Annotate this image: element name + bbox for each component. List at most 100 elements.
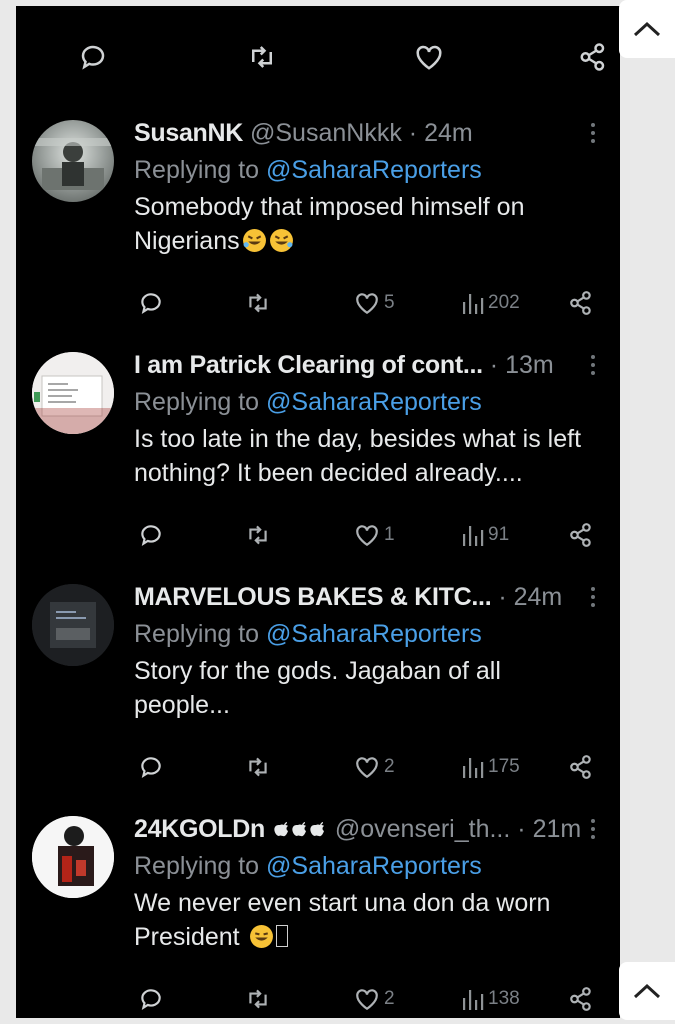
retweet-button[interactable]: [246, 42, 278, 72]
tweet-text-line: President: [134, 923, 240, 951]
like-count: 1: [384, 524, 395, 545]
reply-bubble-icon: [141, 525, 161, 546]
share-nodes-icon: [570, 523, 591, 547]
missing-glyph-icon: [275, 925, 288, 947]
heart-icon: [356, 525, 378, 547]
reply-tweet[interactable]: 24KGOLDn @ovenseri_th... · 21m Replying …: [16, 798, 620, 1018]
display-name[interactable]: MARVELOUS BAKES & KITC...: [134, 583, 492, 611]
retweet-arrows-icon: [249, 293, 267, 313]
scroll-up-button[interactable]: [619, 962, 675, 1020]
like-button[interactable]: 5: [354, 291, 395, 315]
replying-to-link[interactable]: @SaharaReporters: [266, 852, 482, 880]
avatar[interactable]: [32, 584, 114, 666]
timestamp[interactable]: 21m: [533, 815, 582, 843]
reply-tweet[interactable]: MARVELOUS BAKES & KITC... · 24m Replying…: [16, 566, 620, 798]
display-name[interactable]: SusanNK: [134, 119, 243, 147]
tweet-text-line: Somebody that imposed himself on: [134, 193, 525, 221]
share-button[interactable]: [568, 754, 594, 780]
views-button[interactable]: 91: [462, 522, 509, 548]
tweet-actions: 1 91: [16, 516, 620, 556]
avatar[interactable]: [32, 120, 114, 202]
retweet-button[interactable]: [244, 522, 272, 548]
timestamp[interactable]: 13m: [505, 351, 554, 379]
tweet-text: Story for the gods. Jagaban of all peopl…: [134, 654, 620, 722]
heart-icon: [356, 757, 378, 779]
replying-to: Replying to @SaharaReporters: [134, 849, 482, 883]
views-button[interactable]: 138: [462, 986, 520, 1012]
display-name[interactable]: I am Patrick Clearing of cont...: [134, 351, 483, 379]
bar-chart-icon: [463, 294, 484, 314]
like-button[interactable]: [414, 43, 444, 71]
replying-to-label: Replying to: [134, 388, 260, 416]
reply-button[interactable]: [138, 986, 164, 1012]
share-button[interactable]: [568, 522, 594, 548]
like-button[interactable]: 2: [354, 987, 395, 1011]
reply-tweet[interactable]: I am Patrick Clearing of cont... · 13m R…: [16, 334, 620, 566]
replying-to-link[interactable]: @SaharaReporters: [266, 156, 482, 184]
separator-dot: ·: [517, 815, 526, 843]
like-button[interactable]: 1: [354, 523, 395, 547]
vertical-dots-icon: [591, 819, 595, 839]
tweet-text-line: Story for the gods. Jagaban of all: [134, 657, 501, 685]
replying-to-label: Replying to: [134, 852, 260, 880]
tweet-text-line: people...: [134, 691, 230, 719]
tweet-header: MARVELOUS BAKES & KITC... · 24m: [134, 580, 566, 614]
like-count: 2: [384, 756, 395, 777]
tweet-header: I am Patrick Clearing of cont... · 13m: [134, 348, 566, 382]
views-button[interactable]: 202: [462, 290, 520, 316]
like-count: 2: [384, 988, 395, 1009]
replying-to-label: Replying to: [134, 620, 260, 648]
display-name[interactable]: 24KGOLDn: [134, 815, 265, 843]
reply-button[interactable]: [138, 290, 164, 316]
avatar[interactable]: [32, 352, 114, 434]
share-button[interactable]: [568, 290, 594, 316]
reply-bubble-icon: [81, 45, 105, 70]
grinning-sweat-emoji-icon: [249, 925, 273, 948]
share-nodes-icon: [570, 291, 591, 315]
tweet-text-line: We never even start una don da worn: [134, 889, 551, 917]
vertical-dots-icon: [591, 355, 595, 375]
retweet-arrows-icon: [252, 46, 272, 68]
scroll-up-button[interactable]: [619, 0, 675, 58]
like-count: 5: [384, 292, 395, 313]
retweet-arrows-icon: [249, 989, 267, 1009]
user-handle[interactable]: @ovenseri_th...: [335, 815, 510, 843]
reply-button[interactable]: [78, 42, 108, 72]
heart-icon: [356, 989, 378, 1011]
bar-chart-icon: [463, 990, 484, 1010]
view-count: 138: [488, 988, 520, 1009]
tweet-header: SusanNK @SusanNkkk · 24m: [134, 116, 566, 150]
reply-bubble-icon: [141, 989, 161, 1010]
share-button[interactable]: [568, 986, 594, 1012]
retweet-button[interactable]: [244, 290, 272, 316]
share-nodes-icon: [580, 43, 605, 71]
replying-to-label: Replying to: [134, 156, 260, 184]
more-options-button[interactable]: [578, 582, 608, 612]
more-options-button[interactable]: [578, 118, 608, 148]
timestamp[interactable]: 24m: [514, 583, 563, 611]
retweet-button[interactable]: [244, 754, 272, 780]
views-button[interactable]: 175: [462, 754, 520, 780]
user-handle[interactable]: @SusanNkkk: [250, 119, 402, 147]
reply-button[interactable]: [138, 754, 164, 780]
tweet-replies-panel: SusanNK @SusanNkkk · 24m Replying to @Sa…: [16, 6, 620, 1018]
heart-icon: [356, 293, 378, 315]
apple-badges-icon: [274, 822, 324, 837]
replying-to-link[interactable]: @SaharaReporters: [266, 388, 482, 416]
share-button[interactable]: [578, 42, 608, 72]
rolling-laughing-emoji-icon: [242, 229, 266, 252]
separator-dot: ·: [408, 119, 418, 147]
more-options-button[interactable]: [578, 814, 608, 844]
tweet-text: Is too late in the day, besides what is …: [134, 422, 620, 490]
vertical-dots-icon: [591, 123, 595, 143]
tweet-text-line: nothing? It been decided already....: [134, 459, 523, 487]
like-button[interactable]: 2: [354, 755, 395, 779]
tweet-text-line: Is too late in the day, besides what is …: [134, 425, 582, 453]
more-options-button[interactable]: [578, 350, 608, 380]
retweet-button[interactable]: [244, 986, 272, 1012]
timestamp[interactable]: 24m: [424, 119, 473, 147]
reply-tweet[interactable]: SusanNK @SusanNkkk · 24m Replying to @Sa…: [16, 102, 620, 334]
avatar[interactable]: [32, 816, 114, 898]
replying-to-link[interactable]: @SaharaReporters: [266, 620, 482, 648]
reply-button[interactable]: [138, 522, 164, 548]
